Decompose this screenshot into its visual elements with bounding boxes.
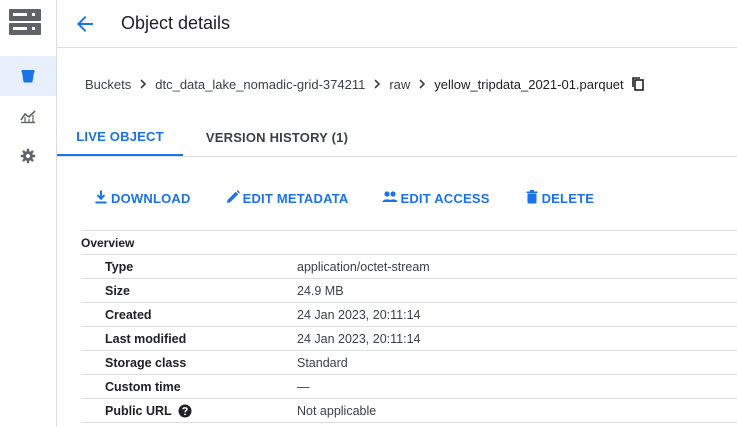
row-label: Custom time [105, 379, 181, 394]
tab-version-history[interactable]: VERSION HISTORY (1) [197, 119, 357, 155]
row-value: Standard [297, 355, 348, 370]
download-button[interactable]: DOWNLOAD [93, 189, 191, 208]
action-bar: DOWNLOAD EDIT METADATA EDIT ACCESS DELET… [93, 187, 628, 209]
rail-item-buckets[interactable] [0, 56, 56, 96]
row-label: Last modified [105, 331, 187, 346]
back-button[interactable] [73, 12, 97, 36]
row-label: Size [105, 283, 131, 298]
row-value: Not applicable [297, 403, 377, 418]
table-row: Storage class Standard [81, 351, 737, 375]
object-details-table: Overview Type application/octet-stream S… [81, 230, 737, 423]
copy-icon[interactable] [630, 76, 646, 92]
row-label-public-url: Public URL [81, 404, 297, 418]
tab-live-object[interactable]: LIVE OBJECT [57, 119, 183, 156]
row-label-text: Public URL [105, 403, 172, 418]
edit-metadata-button[interactable]: EDIT METADATA [225, 189, 349, 208]
people-icon [382, 189, 400, 208]
top-bar: Object details [57, 0, 737, 48]
row-value: application/octet-stream [297, 259, 430, 274]
side-rail [0, 0, 57, 427]
table-row: Created 24 Jan 2023, 20:11:14 [81, 303, 737, 327]
row-value: 24.9 MB [297, 283, 344, 298]
breadcrumb: Buckets dtc_data_lake_nomadic-grid-37421… [85, 74, 646, 94]
trash-icon [524, 189, 542, 208]
table-row: Custom time — [81, 375, 737, 399]
breadcrumb-buckets[interactable]: Buckets [85, 77, 131, 92]
chevron-right-icon [133, 74, 153, 94]
edit-metadata-label: EDIT METADATA [242, 190, 349, 206]
row-label: Created [105, 307, 152, 322]
help-circle-icon[interactable] [178, 404, 192, 418]
breadcrumb-bucket[interactable]: dtc_data_lake_nomadic-grid-374211 [155, 77, 365, 92]
row-label: Storage class [105, 355, 187, 370]
edit-access-label: EDIT ACCESS [400, 190, 490, 206]
row-value: — [297, 379, 310, 394]
table-row: Public URL Not applicable [81, 399, 737, 423]
tab-bar: LIVE OBJECT VERSION HISTORY (1) [57, 119, 737, 157]
download-icon [93, 189, 111, 208]
bucket-icon [20, 68, 36, 84]
page-title: Object details [121, 13, 231, 33]
row-value: 24 Jan 2023, 20:11:14 [297, 307, 421, 322]
breadcrumb-object: yellow_tripdata_2021-01.parquet [434, 76, 624, 92]
chevron-right-icon [412, 74, 432, 94]
overview-heading: Overview [81, 230, 737, 255]
edit-access-button[interactable]: EDIT ACCESS [382, 189, 489, 208]
rail-item-settings[interactable] [0, 136, 56, 176]
monitoring-chart-icon [20, 108, 36, 124]
download-label: DOWNLOAD [111, 190, 191, 206]
delete-button[interactable]: DELETE [524, 189, 594, 208]
row-value: 24 Jan 2023, 20:11:14 [297, 331, 421, 346]
pencil-icon [225, 189, 243, 208]
breadcrumb-folder[interactable]: raw [389, 77, 410, 92]
arrow-back-icon [73, 16, 97, 40]
gear-icon [20, 148, 36, 164]
row-label: Type [105, 259, 134, 274]
table-row: Type application/octet-stream [81, 255, 737, 279]
rail-item-monitoring[interactable] [0, 96, 56, 136]
table-row: Last modified 24 Jan 2023, 20:11:14 [81, 327, 737, 351]
chevron-right-icon [367, 74, 387, 94]
table-row: Size 24.9 MB [81, 279, 737, 303]
delete-label: DELETE [541, 190, 595, 206]
storage-logo-icon [8, 8, 42, 36]
